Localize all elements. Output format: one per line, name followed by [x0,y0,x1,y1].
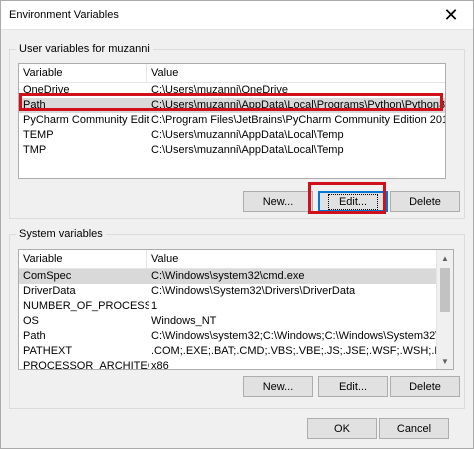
column-separator[interactable] [146,64,147,82]
scroll-down-icon[interactable]: ▼ [437,353,453,369]
row-variable: PROCESSOR_ARCHITECTURE [23,360,149,370]
cancel-button[interactable]: Cancel [379,418,449,439]
row-variable: TEMP [23,129,54,141]
column-header-variable[interactable]: Variable [23,67,63,79]
user-new-button[interactable]: New... [243,191,313,212]
row-variable: OS [23,315,39,327]
row-variable: Path [23,330,46,342]
system-variables-label: System variables [16,228,106,240]
user-var-row[interactable]: TMP C:\Users\muzanni\AppData\Local\Temp [19,143,445,158]
row-value: C:\Windows\system32;C:\Windows;C:\Window… [151,330,454,342]
row-value: .COM;.EXE;.BAT;.CMD;.VBS;.VBE;.JS;.JSE;.… [151,345,454,357]
user-list-header: Variable Value [19,64,445,83]
row-variable: DriverData [23,285,76,297]
column-header-variable[interactable]: Variable [23,253,63,265]
scroll-thumb[interactable] [440,268,450,312]
row-value: C:\Users\muzanni\AppData\Local\Programs\… [151,99,446,111]
system-var-row-selected[interactable]: ComSpec C:\Windows\system32\cmd.exe [19,269,437,284]
user-var-row[interactable]: PyCharm Community Edition C:\Program Fil… [19,113,445,128]
system-var-row[interactable]: OS Windows_NT [19,314,437,329]
user-variables-list[interactable]: Variable Value OneDrive C:\Users\muzanni… [18,63,446,179]
scroll-up-icon[interactable]: ▲ [437,250,453,266]
row-variable: OneDrive [23,84,70,96]
system-var-row[interactable]: PATHEXT .COM;.EXE;.BAT;.CMD;.VBS;.VBE;.J… [19,344,453,359]
system-var-row[interactable]: PROCESSOR_ARCHITECTURE x86 [19,359,437,370]
system-list-header: Variable Value [19,250,437,269]
user-delete-button[interactable]: Delete [390,191,460,212]
row-value: C:\Windows\system32\cmd.exe [151,270,305,282]
row-value: C:\Users\muzanni\AppData\Local\Temp [151,129,344,141]
row-value: C:\Program Files\JetBrains\PyCharm Commu… [151,114,445,126]
row-variable: NUMBER_OF_PROCESSORS [23,300,149,312]
system-var-row[interactable]: Path C:\Windows\system32;C:\Windows;C:\W… [19,329,453,344]
row-value: 1 [151,300,158,312]
system-edit-button[interactable]: Edit... [318,376,388,397]
user-edit-button-label: Edit... [327,193,379,210]
close-icon[interactable]: ✕ [429,1,473,29]
user-var-row-path-selected[interactable]: Path C:\Users\muzanni\AppData\Local\Prog… [19,98,445,113]
user-var-row[interactable]: TEMP C:\Users\muzanni\AppData\Local\Temp [19,128,445,143]
environment-variables-dialog: Environment Variables ✕ User variables f… [0,0,474,449]
row-value: C:\Windows\System32\Drivers\DriverData [151,285,356,297]
user-var-row[interactable]: OneDrive C:\Users\muzanni\OneDrive [19,83,445,98]
system-new-button[interactable]: New... [243,376,313,397]
system-variables-group: System variables Variable Value ComSpec … [9,228,465,409]
row-value: C:\Users\muzanni\OneDrive [151,84,288,96]
row-value: x86 [151,360,169,370]
title-bar[interactable]: Environment Variables ✕ [1,1,473,30]
row-variable: PATHEXT [23,345,73,357]
user-variables-group: User variables for muzanni Variable Valu… [9,43,465,219]
row-variable: TMP [23,144,47,156]
user-edit-button[interactable]: Edit... [318,191,388,212]
row-variable: ComSpec [23,270,72,282]
system-var-row[interactable]: DriverData C:\Windows\System32\Drivers\D… [19,284,437,299]
system-variables-list[interactable]: Variable Value ComSpec C:\Windows\system… [18,249,454,370]
system-var-row[interactable]: NUMBER_OF_PROCESSORS 1 [19,299,437,314]
ok-button[interactable]: OK [307,418,377,439]
window-title: Environment Variables [9,9,119,21]
column-header-value[interactable]: Value [151,67,178,79]
column-header-value[interactable]: Value [151,253,178,265]
system-list-scrollbar[interactable]: ▲ ▼ [436,250,453,369]
row-variable: PyCharm Community Edition [23,114,149,126]
row-variable: Path [23,99,46,111]
row-value: Windows_NT [151,315,217,327]
row-value: C:\Users\muzanni\AppData\Local\Temp [151,144,344,156]
system-delete-button[interactable]: Delete [390,376,460,397]
user-variables-label: User variables for muzanni [16,43,153,55]
column-separator[interactable] [146,250,147,268]
